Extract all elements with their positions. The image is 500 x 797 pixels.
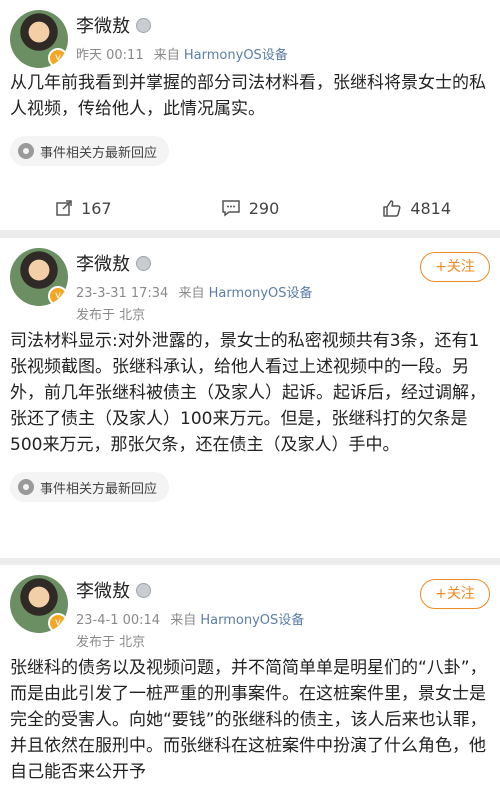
post-meta: 昨天 00:11 来自 HarmonyOS设备 [76,44,288,63]
topic-icon [18,143,34,159]
post-text: 张继科的债务以及视频问题，并不简简单单是明星们的“八卦”，而是由此引发了一桩严重… [10,658,487,782]
avatar[interactable]: v [10,10,68,68]
post-actions: 167 290 4814 [0,186,500,230]
post-meta: 23-3-31 17:34 来自 HarmonyOS设备 [76,282,313,301]
post-text: 司法材料显示:对外泄露的，景女士的私密视频共有3条，还有1张视频截图。张继科承认… [10,331,486,455]
topic-chip-label: 事件相关方最新回应 [40,145,158,161]
avatar[interactable]: v [10,248,68,306]
post-header: v 李微敖 23-4-1 00:14 来自 HarmonyOS设备 发布于 北京… [0,565,500,655]
weibo-post-2: v 李微敖 23-3-31 17:34 来自 HarmonyOS设备 发布于 北… [0,238,500,558]
source-device[interactable]: HarmonyOS设备 [209,286,313,301]
repost-icon [56,200,72,216]
verified-badge-icon: v [48,613,68,633]
medal-icon [136,18,151,33]
repost-count: 167 [81,198,112,218]
source-prefix: 来自 [170,613,197,628]
comment-button[interactable]: 290 [167,199,334,218]
post-text: 从几年前我看到并掌握的部分司法材料看，张继科将景女士的私人视频，传给他人，此情况… [10,73,486,119]
topic-chip-label: 事件相关方最新回应 [40,481,158,497]
avatar[interactable]: v [10,575,68,633]
comment-icon [221,200,240,217]
source-device[interactable]: HarmonyOS设备 [200,613,304,628]
post-location: 发布于 北京 [76,308,146,323]
source-prefix: 来自 [178,286,205,301]
medal-icon [136,583,151,598]
comment-count: 290 [248,198,280,218]
thumbs-up-icon [383,200,401,217]
post-location: 发布于 北京 [76,635,146,650]
topic-chip[interactable]: 事件相关方最新回应 [10,472,170,502]
source-prefix: 来自 [153,48,180,63]
post-time: 23-3-31 17:34 [76,286,169,301]
like-count: 4814 [410,198,452,218]
topic-chip[interactable]: 事件相关方最新回应 [10,136,170,166]
follow-button[interactable]: +关注 [420,579,490,609]
source-device[interactable]: HarmonyOS设备 [184,48,288,63]
medal-icon [136,256,151,271]
weibo-post-3: v 李微敖 23-4-1 00:14 来自 HarmonyOS设备 发布于 北京… [0,565,500,797]
post-time: 昨天 00:11 [76,48,144,63]
like-button[interactable]: 4814 [333,199,500,218]
verified-badge-icon: v [48,48,68,68]
author-name[interactable]: 李微敖 [76,250,151,276]
post-time: 23-4-1 00:14 [76,613,161,628]
follow-button[interactable]: +关注 [420,252,490,282]
author-name[interactable]: 李微敖 [76,577,151,603]
author-name[interactable]: 李微敖 [76,12,151,38]
post-header: v 李微敖 昨天 00:11 来自 HarmonyOS设备 [0,0,500,76]
post-header: v 李微敖 23-3-31 17:34 来自 HarmonyOS设备 发布于 北… [0,238,500,328]
post-meta: 23-4-1 00:14 来自 HarmonyOS设备 [76,609,304,628]
repost-button[interactable]: 167 [0,199,167,218]
topic-icon [18,479,34,495]
verified-badge-icon: v [48,286,68,306]
weibo-post-1: v 李微敖 昨天 00:11 来自 HarmonyOS设备 从几年前我看到并掌握… [0,0,500,230]
